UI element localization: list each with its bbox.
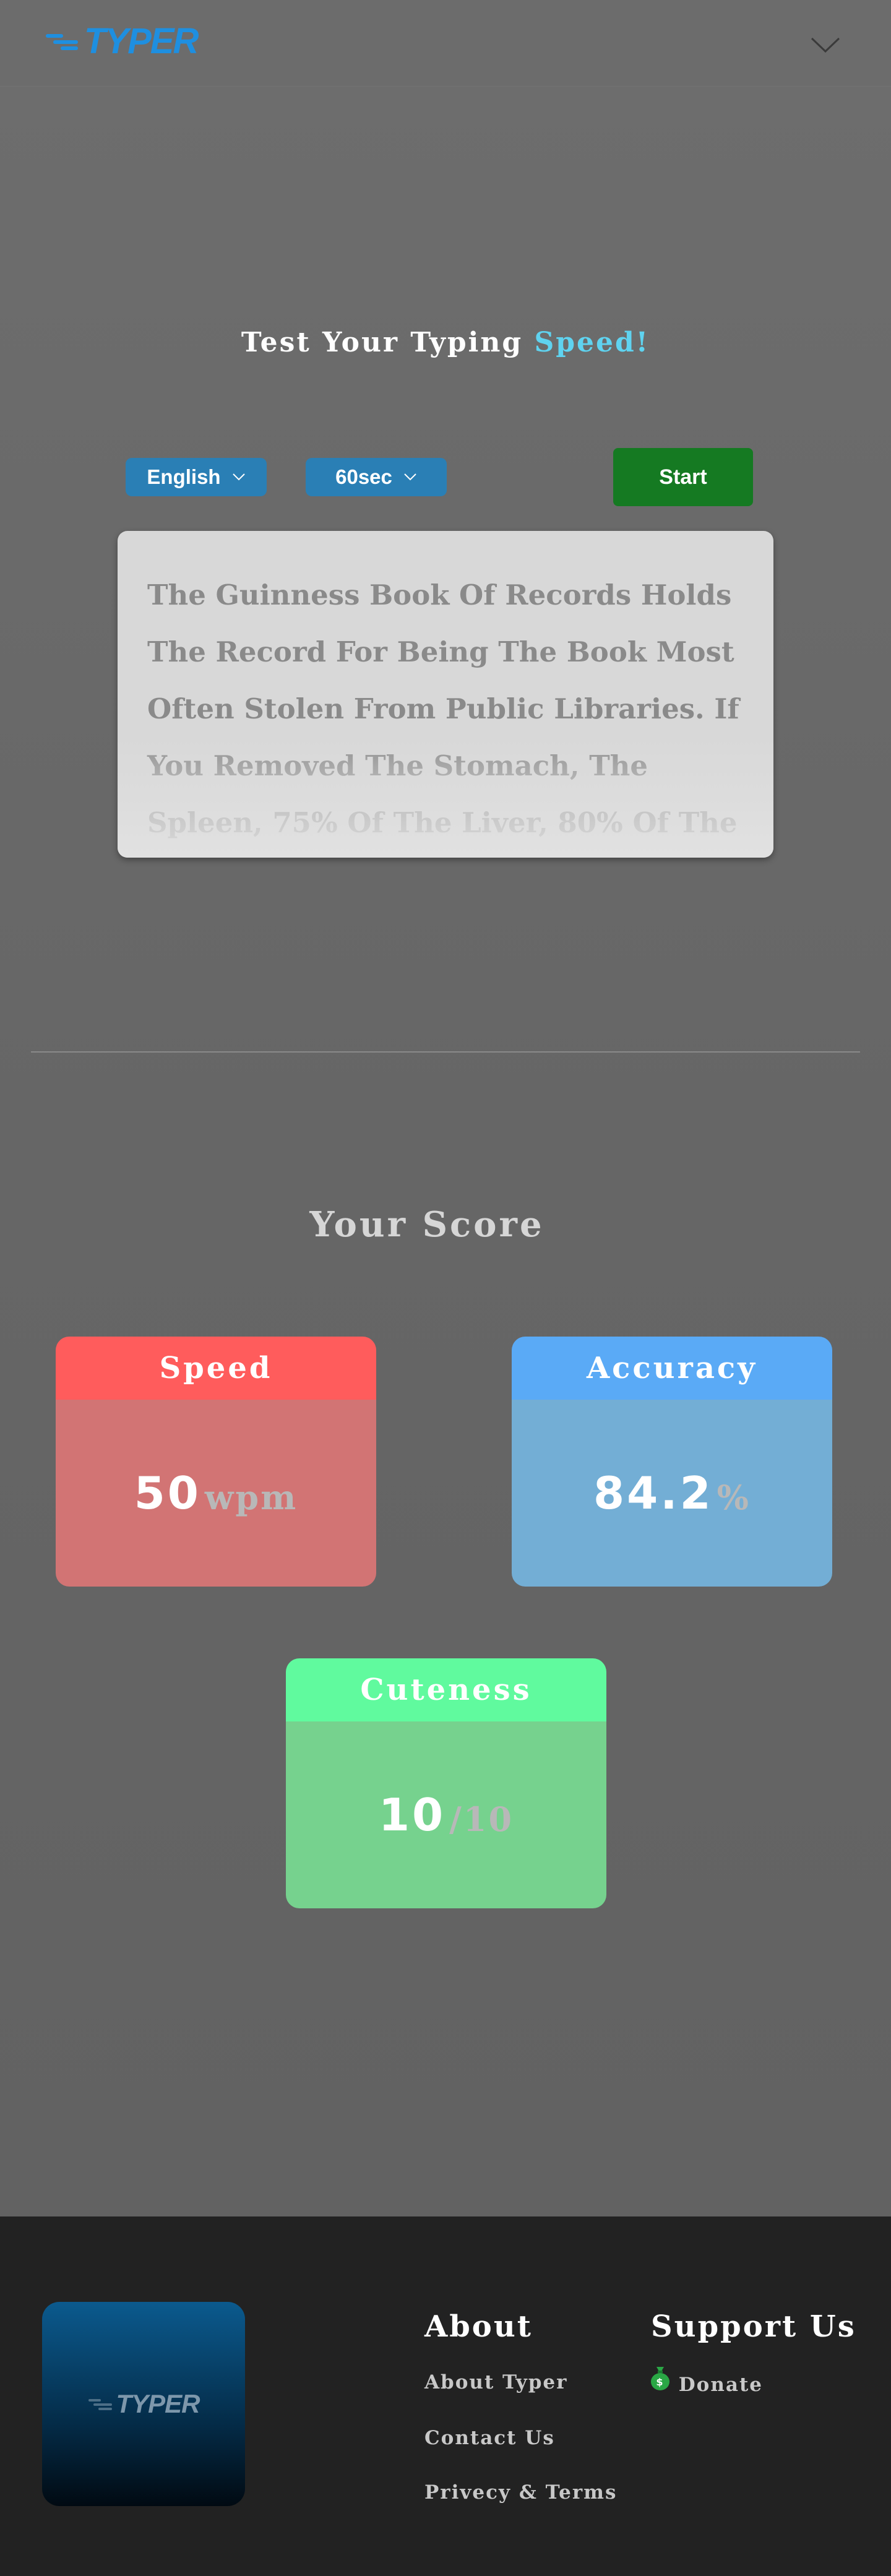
chevron-down-icon [404, 473, 416, 481]
menu-toggle-button[interactable] [806, 30, 845, 59]
cuteness-card-label: Cuteness [286, 1658, 606, 1721]
speed-card-label: Speed [56, 1337, 376, 1400]
language-value: English [147, 465, 221, 488]
chevron-down-icon [232, 473, 245, 481]
language-select[interactable]: English [126, 458, 267, 496]
speed-lines-icon [45, 29, 83, 54]
accuracy-value: 84.2 [593, 1467, 713, 1519]
footer-support-heading: Support Us [651, 2309, 856, 2344]
site-footer: TYPER About About Typer Contact Us Prive… [0, 2216, 891, 2576]
typer-logo[interactable]: TYPER [45, 20, 199, 63]
accuracy-card-label: Accuracy [512, 1337, 832, 1400]
duration-value: 60sec [335, 465, 392, 488]
title-accent: Speed! [534, 327, 650, 358]
footer-link-contact-us[interactable]: Contact Us [424, 2427, 555, 2449]
cuteness-unit: /10 [449, 1799, 514, 1839]
title-prefix: Test Your Typing [241, 327, 535, 358]
donate-link[interactable]: $ Donate [650, 2365, 763, 2396]
footer-logo: TYPER [87, 2389, 200, 2419]
footer-link-privacy-terms[interactable]: Privecy & Terms [424, 2481, 617, 2504]
start-button[interactable]: Start [613, 448, 753, 506]
speed-score-card: Speed 50 wpm [56, 1337, 376, 1587]
section-divider [31, 1051, 860, 1053]
text-fade-overlay [118, 734, 773, 858]
money-bag-icon: $ [651, 2367, 669, 2390]
chevron-down-icon [811, 37, 840, 53]
footer-about-heading: About [424, 2309, 533, 2344]
speed-unit: wpm [204, 1478, 298, 1517]
logo-wordmark: TYPER [84, 21, 199, 61]
site-header: TYPER [0, 0, 891, 87]
typing-text-box[interactable]: The Guinness Book Of Records Holds The R… [118, 531, 773, 858]
accuracy-score-card: Accuracy 84.2% [512, 1337, 832, 1587]
speed-value: 50 [134, 1467, 201, 1519]
score-title: Your Score [309, 1204, 544, 1245]
accuracy-unit: % [717, 1478, 751, 1517]
footer-logo-wordmark: TYPER [116, 2389, 200, 2418]
page-title: Test Your Typing Speed! [0, 327, 891, 358]
cuteness-value: 10 [378, 1789, 446, 1841]
duration-select[interactable]: 60sec [306, 458, 447, 496]
footer-logo-tile[interactable]: TYPER [42, 2302, 245, 2506]
footer-link-about-typer[interactable]: About Typer [424, 2371, 567, 2393]
svg-text:$: $ [656, 2376, 664, 2388]
cuteness-score-card: Cuteness 10/10 [286, 1658, 606, 1908]
donate-label: Donate [678, 2374, 764, 2396]
speed-lines-icon [87, 2395, 114, 2413]
